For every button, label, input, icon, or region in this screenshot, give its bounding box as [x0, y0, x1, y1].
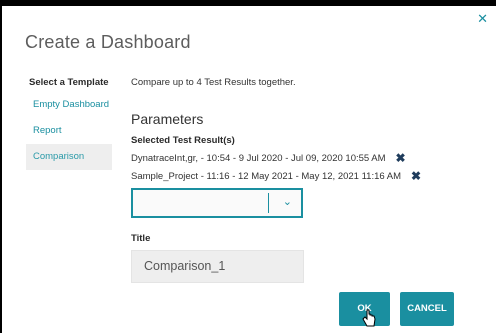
hand-cursor-icon: [362, 309, 376, 327]
title-label: Title: [131, 233, 151, 244]
create-dashboard-dialog: ✕ Create a Dashboard Select a Template E…: [2, 6, 496, 333]
dialog-title: Create a Dashboard: [25, 32, 191, 52]
sidebar-heading: Select a Template: [29, 77, 109, 88]
title-input[interactable]: Comparison_1: [131, 250, 304, 283]
remove-result-icon[interactable]: ✖: [396, 151, 406, 165]
selected-result-text: Sample_Project - 11:16 - 12 May 2021 - M…: [131, 170, 402, 182]
sidebar-item-empty-dashboard[interactable]: Empty Dashboard: [26, 92, 112, 118]
close-icon[interactable]: ✕: [477, 12, 488, 25]
template-sidebar: Select a Template Empty Dashboard Report…: [26, 74, 112, 170]
selected-result-row: DynatraceInt,gr, - 10:54 - 9 Jul 2020 - …: [131, 149, 461, 167]
remove-result-icon[interactable]: ✖: [411, 169, 421, 183]
main-panel: Compare up to 4 Test Results together. P…: [131, 74, 461, 283]
test-result-select[interactable]: ⌄: [131, 188, 303, 218]
sidebar-item-comparison[interactable]: Comparison: [26, 144, 112, 170]
selected-results-label: Selected Test Result(s): [131, 135, 235, 146]
chevron-down-icon[interactable]: ⌄: [283, 195, 292, 208]
select-divider: [268, 193, 269, 213]
selected-result-row: Sample_Project - 11:16 - 12 May 2021 - M…: [131, 167, 461, 185]
parameters-title: Parameters: [131, 111, 204, 127]
sidebar-item-report[interactable]: Report: [26, 118, 112, 144]
template-description: Compare up to 4 Test Results together.: [131, 77, 296, 88]
cancel-button[interactable]: CANCEL: [400, 292, 454, 326]
selected-result-text: DynatraceInt,gr, - 10:54 - 9 Jul 2020 - …: [131, 152, 386, 164]
